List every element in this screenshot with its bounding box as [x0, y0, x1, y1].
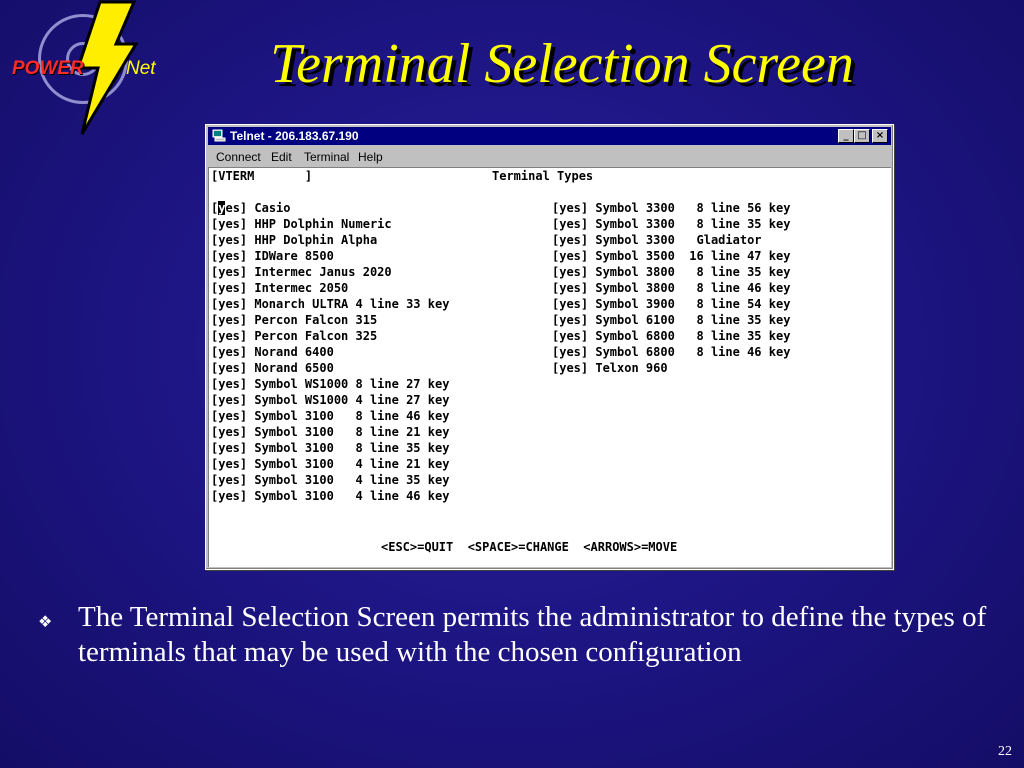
- left-list-item[interactable]: [yes] Casio: [211, 200, 291, 216]
- right-list-item[interactable]: [yes] Symbol 3800 8 line 46 key: [552, 280, 790, 296]
- left-list-item[interactable]: [yes] Intermec Janus 2020: [211, 264, 392, 280]
- right-list-item[interactable]: [yes] Telxon 960: [552, 360, 668, 376]
- terminal-screen[interactable]: [VTERM ] Terminal Types <ESC>=QUIT <SPAC…: [208, 167, 891, 567]
- minimize-button[interactable]: _: [838, 129, 854, 143]
- window-titlebar[interactable]: Telnet - 206.183.67.190 _ □ ×: [208, 127, 891, 145]
- terminal-header-title: Terminal Types: [492, 169, 594, 183]
- right-list-item[interactable]: [yes] Symbol 6800 8 line 35 key: [552, 328, 790, 344]
- left-list-item[interactable]: [yes] IDWare 8500: [211, 248, 334, 264]
- right-list-item[interactable]: [yes] Symbol 3900 8 line 54 key: [552, 296, 790, 312]
- left-list-item[interactable]: [yes] Symbol WS1000 8 line 27 key: [211, 376, 449, 392]
- left-list-item[interactable]: [yes] HHP Dolphin Numeric: [211, 216, 392, 232]
- maximize-button[interactable]: □: [854, 129, 870, 143]
- right-list-item[interactable]: [yes] Symbol 3800 8 line 35 key: [552, 264, 790, 280]
- bullet-text: The Terminal Selection Screen permits th…: [78, 601, 987, 668]
- left-list-item[interactable]: [yes] Symbol 3100 8 line 46 key: [211, 408, 449, 424]
- terminal-footer-keys: <ESC>=QUIT <SPACE>=CHANGE <ARROWS>=MOVE: [381, 540, 678, 554]
- left-list-item[interactable]: [yes] HHP Dolphin Alpha: [211, 232, 377, 248]
- left-list-item[interactable]: [yes] Intermec 2050: [211, 280, 348, 296]
- bullet-diamond-icon: ❖: [38, 612, 53, 631]
- menu-connect[interactable]: Connect: [216, 150, 261, 164]
- left-list-item[interactable]: [yes] Monarch ULTRA 4 line 33 key: [211, 296, 449, 312]
- left-list-item[interactable]: [yes] Norand 6500: [211, 360, 334, 376]
- left-list-item[interactable]: [yes] Symbol WS1000 4 line 27 key: [211, 392, 449, 408]
- left-list-item[interactable]: [yes] Symbol 3100 4 line 21 key: [211, 456, 449, 472]
- slide-title: Terminal Selection Screen: [270, 33, 854, 95]
- text-cursor: y: [218, 201, 226, 215]
- telnet-icon: [212, 129, 226, 142]
- menu-help[interactable]: Help: [358, 150, 383, 164]
- close-button[interactable]: ×: [872, 129, 888, 143]
- left-list-item[interactable]: [yes] Symbol 3100 8 line 21 key: [211, 424, 449, 440]
- window-title: Telnet - 206.183.67.190: [230, 129, 359, 143]
- right-list-item[interactable]: [yes] Symbol 6100 8 line 35 key: [552, 312, 790, 328]
- menu-bar: Connect Edit Terminal Help: [208, 147, 891, 167]
- right-list-item[interactable]: [yes] Symbol 3300 8 line 56 key: [552, 200, 790, 216]
- right-list-item[interactable]: [yes] Symbol 3500 16 line 47 key: [552, 248, 790, 264]
- right-list-item[interactable]: [yes] Symbol 6800 8 line 46 key: [552, 344, 790, 360]
- right-list-item[interactable]: [yes] Symbol 3300 8 line 35 key: [552, 216, 790, 232]
- left-list-item[interactable]: [yes] Symbol 3100 4 line 35 key: [211, 472, 449, 488]
- page-number: 22: [998, 744, 1012, 759]
- left-list-item[interactable]: [yes] Percon Falcon 315: [211, 312, 377, 328]
- left-list-item[interactable]: [yes] Norand 6400: [211, 344, 334, 360]
- menu-terminal[interactable]: Terminal: [304, 150, 349, 164]
- terminal-header-field: [VTERM ]: [211, 169, 313, 183]
- right-list-item[interactable]: [yes] Symbol 3300 Gladiator: [552, 232, 762, 248]
- menu-edit[interactable]: Edit: [271, 150, 292, 164]
- left-list-item[interactable]: [yes] Symbol 3100 4 line 46 key: [211, 488, 449, 504]
- left-list-item[interactable]: [yes] Symbol 3100 8 line 35 key: [211, 440, 449, 456]
- left-list-item[interactable]: [yes] Percon Falcon 325: [211, 328, 377, 344]
- telnet-window: Telnet - 206.183.67.190 _ □ × Connect Ed…: [205, 124, 894, 570]
